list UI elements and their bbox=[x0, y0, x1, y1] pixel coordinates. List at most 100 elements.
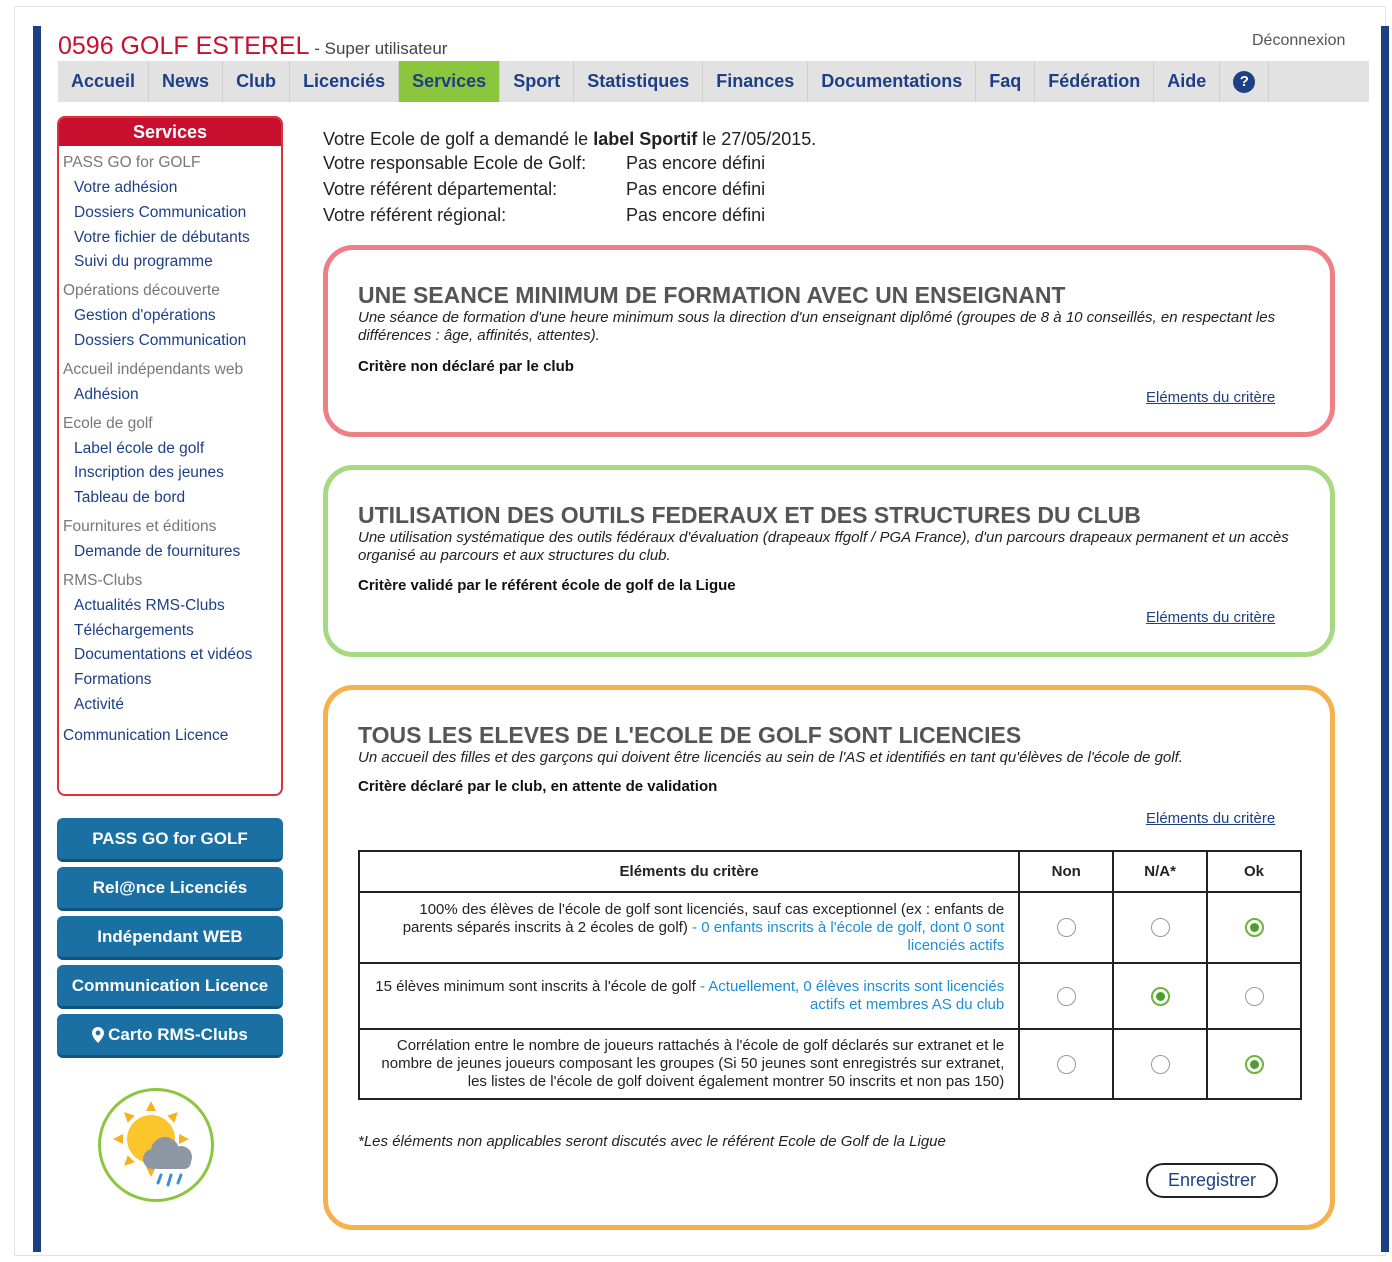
criterion-elements-table: Eléments du critère Non N/A* Ok 100% des… bbox=[357, 850, 1302, 1100]
nav-documentations[interactable]: Documentations bbox=[808, 61, 977, 102]
criterion-title: UTILISATION DES OUTILS FEDERAUX ET DES S… bbox=[358, 502, 1141, 528]
nav-help[interactable]: ? bbox=[1220, 61, 1270, 102]
nav-sport[interactable]: Sport bbox=[500, 61, 575, 102]
label-request-date: le 27/05/2015. bbox=[697, 129, 817, 149]
criterion-status: Critère validé par le référent école de … bbox=[358, 577, 736, 594]
sidebar-group-fournitures: Fournitures et éditions bbox=[63, 517, 217, 535]
nav-services[interactable]: Services bbox=[399, 61, 501, 102]
sidebar-group-accueil-independants: Accueil indépendants web bbox=[63, 360, 244, 378]
sidebar-item-fichier-debutants[interactable]: Votre fichier de débutants bbox=[59, 228, 281, 253]
sidebar-item-suivi-programme[interactable]: Suivi du programme bbox=[59, 252, 281, 277]
nav-club[interactable]: Club bbox=[223, 61, 291, 102]
nav-finances[interactable]: Finances bbox=[703, 61, 809, 102]
right-border-bar bbox=[1381, 26, 1389, 1252]
radio-cell-ok bbox=[1206, 891, 1302, 964]
sidebar-item-activite[interactable]: Activité bbox=[59, 695, 281, 720]
radio-cell-na bbox=[1112, 1028, 1209, 1100]
column-header-ok: Ok bbox=[1206, 850, 1302, 893]
sidebar-item-label-ecole[interactable]: Label école de golf bbox=[59, 439, 281, 464]
carto-rms-clubs-button[interactable]: Carto RMS-Clubs bbox=[57, 1014, 283, 1058]
nav-federation[interactable]: Fédération bbox=[1035, 61, 1155, 102]
referent-departemental-label: Votre référent départemental: bbox=[323, 179, 558, 199]
sidebar-item-votre-adhesion[interactable]: Votre adhésion bbox=[59, 178, 281, 203]
radio-na[interactable] bbox=[1150, 1054, 1170, 1074]
map-pin-icon bbox=[92, 1026, 105, 1043]
radio-na[interactable] bbox=[1150, 986, 1170, 1006]
header-title: 0596 GOLF ESTEREL - Super utilisateur bbox=[58, 32, 447, 61]
communication-licence-button[interactable]: Communication Licence bbox=[57, 965, 283, 1009]
column-header-elements: Eléments du critère bbox=[357, 850, 1021, 893]
sidebar-item-inscription-jeunes[interactable]: Inscription des jeunes bbox=[59, 463, 281, 488]
sidebar-item-formations[interactable]: Formations bbox=[59, 670, 281, 695]
sidebar-item-telechargements[interactable]: Téléchargements bbox=[59, 621, 281, 646]
radio-ok[interactable] bbox=[1244, 986, 1264, 1006]
radio-cell-non bbox=[1018, 891, 1115, 964]
criterion-title: UNE SEANCE MINIMUM DE FORMATION AVEC UN … bbox=[358, 282, 1066, 308]
sidebar-group-operations: Opérations découverte bbox=[63, 282, 220, 300]
nav-statistiques[interactable]: Statistiques bbox=[574, 61, 704, 102]
sidebar-item-gestion-operations[interactable]: Gestion d'opérations bbox=[59, 306, 281, 331]
label-request-line: Votre Ecole de golf a demandé le label S… bbox=[323, 129, 816, 150]
sidebar-item-tableau-bord[interactable]: Tableau de bord bbox=[59, 488, 281, 513]
column-header-non: Non bbox=[1018, 850, 1115, 893]
nav-news[interactable]: News bbox=[149, 61, 224, 102]
independant-web-button[interactable]: Indépendant WEB bbox=[57, 916, 283, 960]
criterion-description: Une utilisation systématique des outils … bbox=[358, 529, 1289, 564]
help-icon[interactable]: ? bbox=[1233, 70, 1256, 93]
nav-accueil[interactable]: Accueil bbox=[58, 61, 150, 102]
club-name: 0596 GOLF ESTEREL bbox=[58, 32, 310, 60]
radio-non[interactable] bbox=[1056, 986, 1076, 1006]
criterion-card-formation: UNE SEANCE MINIMUM DE FORMATION AVEC UN … bbox=[323, 245, 1335, 437]
nav-aide[interactable]: Aide bbox=[1154, 61, 1221, 102]
criterion-elements-link[interactable]: Eléments du critère bbox=[1146, 609, 1275, 626]
sidebar-item-actualites-rms[interactable]: Actualités RMS-Clubs bbox=[59, 596, 281, 621]
nav-licencies[interactable]: Licenciés bbox=[290, 61, 400, 102]
referent-departemental-value: Pas encore défini bbox=[626, 179, 766, 199]
services-sidebar: Services PASS GO for GOLF Votre adhésion… bbox=[57, 116, 283, 796]
sidebar-title: Services bbox=[59, 118, 281, 146]
referent-regional-value: Pas encore défini bbox=[626, 205, 766, 225]
save-button[interactable]: Enregistrer bbox=[1146, 1163, 1278, 1198]
criterion-element-text: 15 élèves minimum sont inscrits à l'écol… bbox=[357, 962, 1021, 1030]
criterion-elements-link[interactable]: Eléments du critère bbox=[1146, 389, 1275, 406]
label-request-text: Votre Ecole de golf a demandé le bbox=[323, 129, 594, 149]
radio-ok[interactable] bbox=[1244, 1054, 1264, 1074]
sidebar-group-rms-clubs: RMS-Clubs bbox=[63, 571, 143, 589]
table-row: 15 élèves minimum sont inscrits à l'écol… bbox=[357, 962, 1302, 1030]
logout-link[interactable]: Déconnexion bbox=[1252, 32, 1345, 50]
nav-faq[interactable]: Faq bbox=[976, 61, 1036, 102]
sidebar-item-dossiers-communication-2[interactable]: Dossiers Communication bbox=[59, 331, 281, 356]
criterion-element-text: Corrélation entre le nombre de joueurs r… bbox=[357, 1028, 1021, 1100]
element-note: - 0 enfants inscrits à l'école de golf, … bbox=[687, 918, 1005, 954]
criterion-element-text: 100% des élèves de l'école de golf sont … bbox=[357, 891, 1021, 964]
weather-widget[interactable] bbox=[98, 1088, 214, 1202]
radio-non[interactable] bbox=[1056, 918, 1076, 937]
criterion-card-outils: UTILISATION DES OUTILS FEDERAUX ET DES S… bbox=[323, 465, 1335, 657]
responsable-label: Votre responsable Ecole de Golf: bbox=[323, 153, 587, 173]
table-row: 100% des élèves de l'école de golf sont … bbox=[357, 891, 1302, 964]
table-row: Corrélation entre le nombre de joueurs r… bbox=[357, 1028, 1302, 1100]
sidebar-item-demande-fournitures[interactable]: Demande de fournitures bbox=[59, 542, 281, 567]
sidebar-item-communication-licence[interactable]: Communication Licence bbox=[59, 726, 281, 751]
sidebar-item-dossiers-communication[interactable]: Dossiers Communication bbox=[59, 203, 281, 228]
responsable-value: Pas encore défini bbox=[626, 153, 766, 173]
radio-ok[interactable] bbox=[1244, 918, 1264, 937]
sidebar-item-adhesion[interactable]: Adhésion bbox=[59, 385, 281, 410]
pass-go-golf-button[interactable]: PASS GO for GOLF bbox=[57, 818, 283, 862]
user-role: - Super utilisateur bbox=[309, 39, 448, 58]
radio-cell-ok bbox=[1206, 1028, 1302, 1100]
weather-sun-cloud-icon bbox=[113, 1101, 192, 1187]
sidebar-item-documentations-videos[interactable]: Documentations et vidéos bbox=[59, 645, 281, 670]
radio-cell-ok bbox=[1206, 962, 1302, 1030]
criterion-title: TOUS LES ELEVES DE L'ECOLE DE GOLF SONT … bbox=[358, 722, 1022, 748]
radio-cell-non bbox=[1018, 962, 1115, 1030]
sidebar-group-ecole-golf: Ecole de golf bbox=[63, 414, 153, 432]
relance-licencies-button[interactable]: Rel@nce Licenciés bbox=[57, 867, 283, 911]
criterion-elements-link[interactable]: Eléments du critère bbox=[1146, 810, 1275, 827]
criterion-description: Une séance de formation d'une heure mini… bbox=[358, 309, 1276, 344]
radio-non[interactable] bbox=[1056, 1054, 1076, 1074]
main-navbar: Accueil News Club Licenciés Services Spo… bbox=[58, 61, 1369, 102]
referent-regional-label: Votre référent régional: bbox=[323, 205, 507, 225]
sidebar-group-pass-go: PASS GO for GOLF bbox=[63, 154, 201, 171]
radio-na[interactable] bbox=[1150, 918, 1170, 937]
